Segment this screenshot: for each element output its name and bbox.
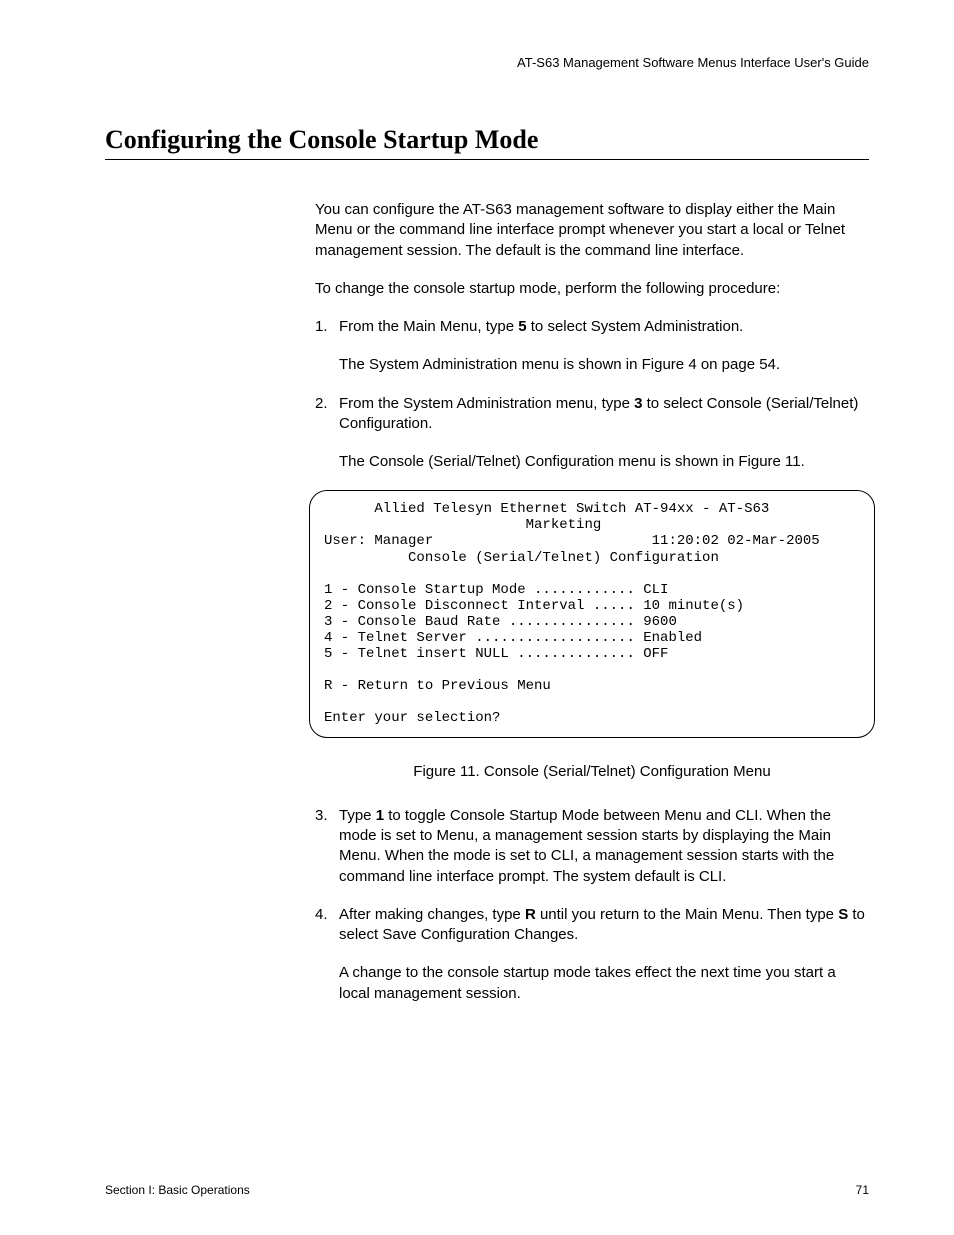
step-2-follow: The Console (Serial/Telnet) Configuratio… (339, 452, 869, 472)
step-text-post: to select System Administration. (527, 318, 744, 335)
step-text-post: to toggle Console Startup Mode between M… (339, 807, 834, 885)
terminal-line: 5 - Telnet insert NULL .............. OF… (324, 646, 668, 662)
step-4: 4. After making changes, type R until yo… (315, 905, 869, 946)
step-body: From the System Administration menu, typ… (339, 394, 869, 435)
step-text-mid: until you return to the Main Menu. Then … (536, 906, 838, 923)
intro-paragraph-2: To change the console startup mode, perf… (315, 279, 869, 299)
terminal-line: R - Return to Previous Menu (324, 678, 551, 694)
step-key-1: R (525, 906, 536, 923)
terminal-line: 3 - Console Baud Rate ............... 96… (324, 614, 677, 630)
step-text-pre: From the Main Menu, type (339, 318, 518, 335)
terminal-line: Console (Serial/Telnet) Configuration (324, 550, 719, 566)
footer-section: Section I: Basic Operations (105, 1183, 250, 1197)
terminal-line: 2 - Console Disconnect Interval ..... 10… (324, 598, 744, 614)
step-3: 3. Type 1 to toggle Console Startup Mode… (315, 806, 869, 887)
header-guide-title: AT-S63 Management Software Menus Interfa… (105, 55, 869, 70)
step-number: 2. (315, 394, 339, 435)
intro-paragraph-1: You can configure the AT-S63 management … (315, 200, 869, 261)
step-number: 4. (315, 905, 339, 946)
terminal-line: Allied Telesyn Ethernet Switch AT-94xx -… (324, 501, 769, 517)
page-footer: Section I: Basic Operations 71 (105, 1183, 869, 1197)
section-heading: Configuring the Console Startup Mode (105, 125, 869, 160)
step-number: 3. (315, 806, 339, 887)
step-4-follow: A change to the console startup mode tak… (339, 963, 869, 1004)
terminal-line: User: Manager 11:20:02 02-Mar-2005 (324, 533, 820, 549)
step-text-pre: Type (339, 807, 376, 824)
step-key-2: S (838, 906, 848, 923)
footer-page-number: 71 (856, 1183, 869, 1197)
step-2: 2. From the System Administration menu, … (315, 394, 869, 435)
terminal-line: 1 - Console Startup Mode ............ CL… (324, 582, 668, 598)
step-number: 1. (315, 317, 339, 337)
terminal-output: Allied Telesyn Ethernet Switch AT-94xx -… (309, 490, 875, 737)
step-key: 1 (376, 807, 384, 824)
step-key: 5 (518, 318, 526, 335)
terminal-line: Enter your selection? (324, 710, 500, 726)
step-body: From the Main Menu, type 5 to select Sys… (339, 317, 869, 337)
terminal-line: Marketing (324, 517, 601, 533)
step-1-follow: The System Administration menu is shown … (339, 355, 869, 375)
step-text-pre: After making changes, type (339, 906, 525, 923)
step-body: After making changes, type R until you r… (339, 905, 869, 946)
content-body: You can configure the AT-S63 management … (315, 200, 869, 1004)
step-body: Type 1 to toggle Console Startup Mode be… (339, 806, 869, 887)
step-1: 1. From the Main Menu, type 5 to select … (315, 317, 869, 337)
figure-caption: Figure 11. Console (Serial/Telnet) Confi… (315, 762, 869, 782)
step-text-pre: From the System Administration menu, typ… (339, 395, 634, 412)
terminal-line: 4 - Telnet Server ................... En… (324, 630, 702, 646)
